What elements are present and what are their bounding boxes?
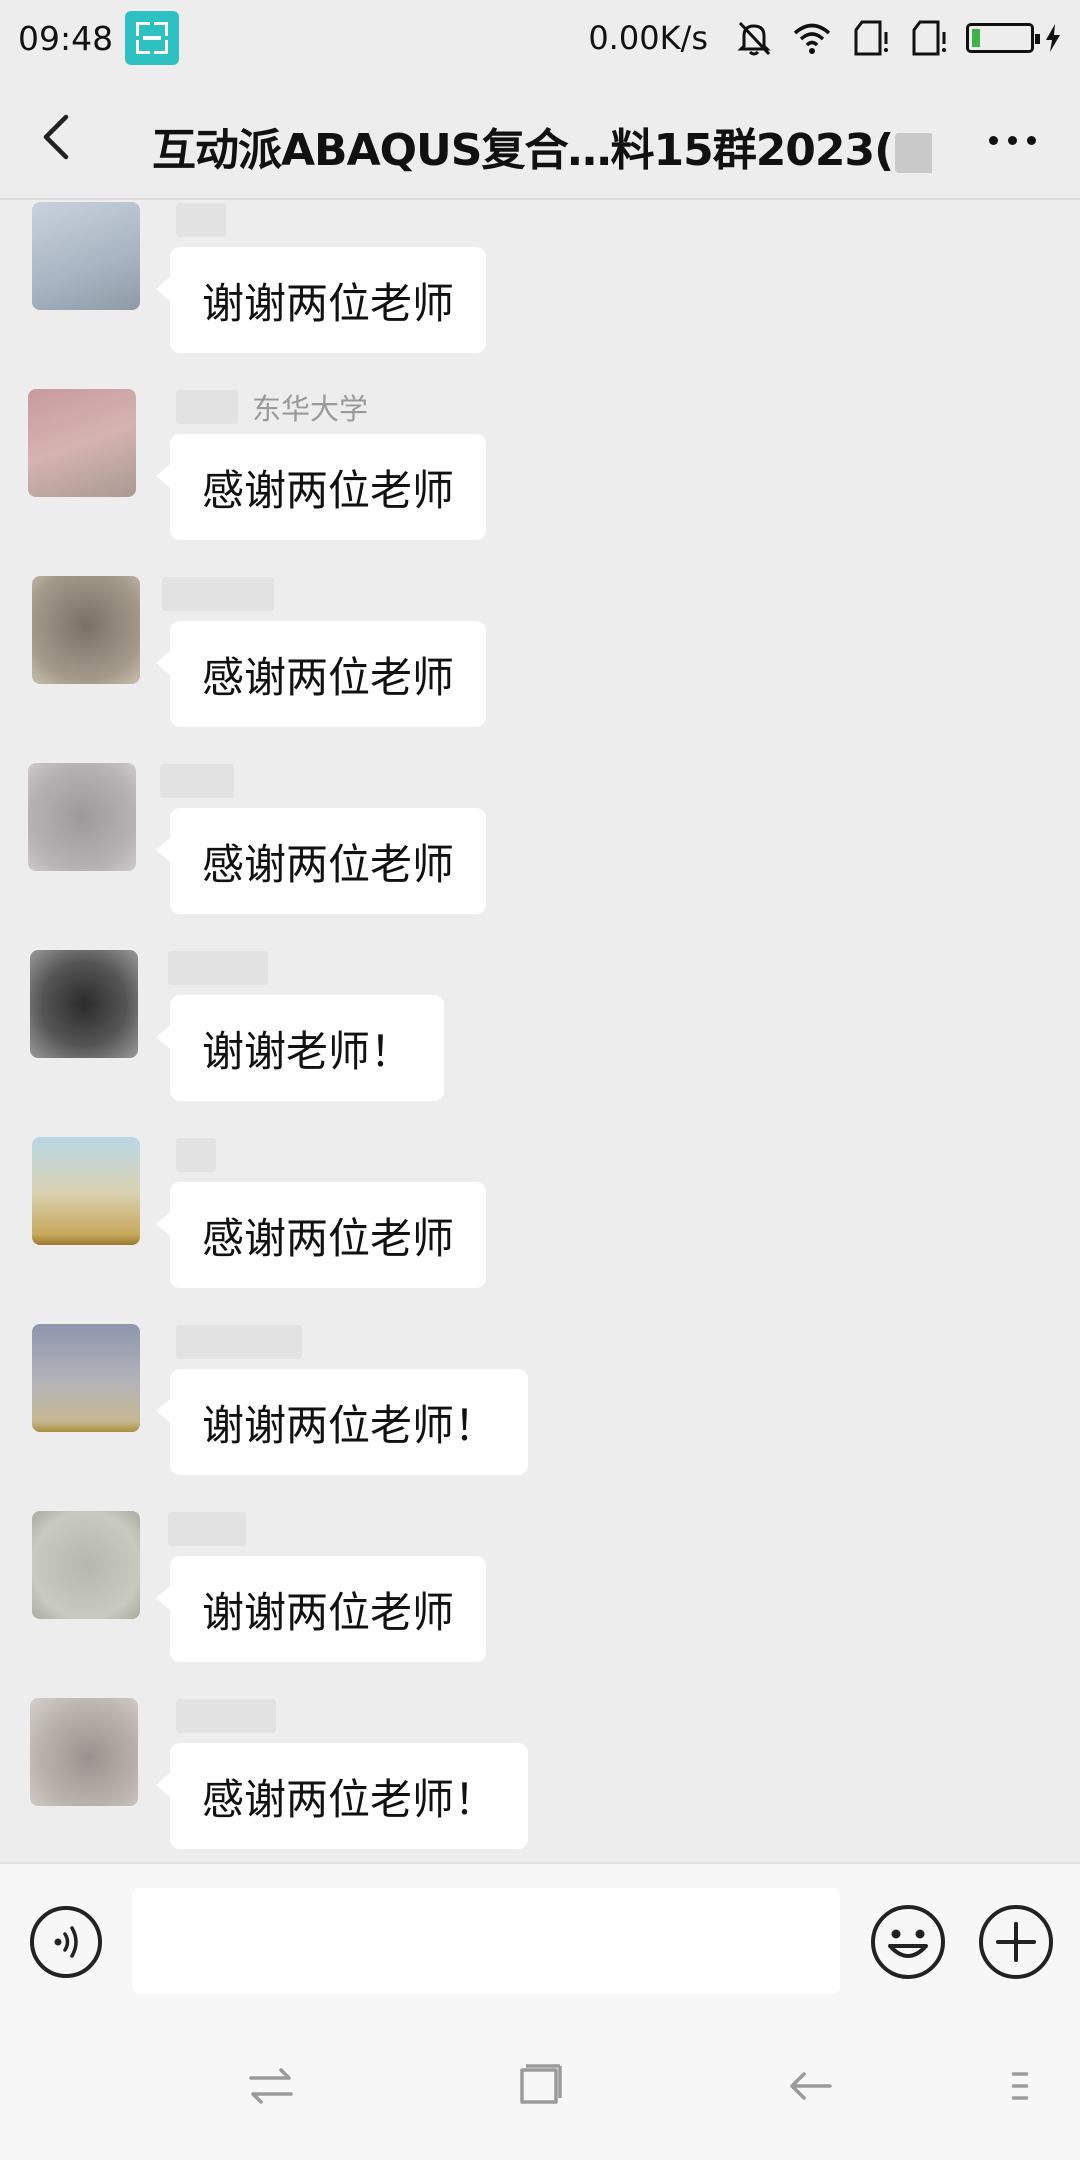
network-speed: 0.00K/s [588, 19, 708, 57]
chat-title: 互动派ABAQUS复合…料15群2023() [152, 114, 932, 178]
avatar[interactable] [30, 1698, 138, 1806]
sim-card-icon [854, 20, 888, 56]
sender-name [176, 1698, 276, 1734]
bell-muted-icon [737, 21, 771, 56]
voice-input-icon[interactable] [28, 1904, 104, 1980]
sender-name [168, 1511, 246, 1547]
message-item: 感谢两位老师 [0, 576, 1080, 763]
more-dots-icon[interactable] [989, 136, 1036, 145]
message-bubble[interactable]: 感谢两位老师 [155, 434, 487, 540]
message-item: 谢谢两位老师 [0, 1511, 1080, 1698]
avatar[interactable] [32, 1137, 140, 1245]
home-square-icon[interactable] [512, 2058, 568, 2114]
menu-icon[interactable] [1000, 2058, 1040, 2114]
chat-screen: 09:48 0.00K/s 互动派ABAQUS复合…料15群2023(谢谢两位… [0, 0, 1080, 2160]
avatar[interactable] [32, 1324, 140, 1432]
wifi-icon [793, 23, 831, 54]
redacted-name [176, 390, 238, 424]
avatar[interactable] [28, 389, 136, 497]
sender-name [176, 1137, 216, 1173]
sim-card-icon [912, 20, 946, 56]
message-item: 东华大学 感谢两位老师 [0, 389, 1080, 576]
input-bar [0, 1862, 1080, 2010]
avatar[interactable] [32, 576, 140, 684]
chat-header: 互动派ABAQUS复合…料15群2023() [0, 76, 1080, 200]
message-bubble[interactable]: 谢谢两位老师 [155, 1556, 487, 1662]
message-bubble[interactable]: 谢谢两位老师 [155, 247, 487, 353]
chevron-left-icon[interactable] [30, 109, 86, 165]
redacted-name [160, 764, 234, 798]
status-icons: 0.00K/s [588, 18, 1062, 58]
sender-name [162, 576, 274, 612]
message-item: 感谢两位老师！ [0, 1698, 1080, 1862]
status-bar: 09:48 0.00K/s [0, 0, 1080, 76]
message-item: 谢谢老师！ [0, 950, 1080, 1137]
avatar[interactable] [28, 763, 136, 871]
sender-name: 东华大学 [176, 389, 369, 426]
redacted-name [176, 1699, 276, 1733]
message-item: 谢谢两位老师！ [0, 1324, 1080, 1511]
message-item: 感谢两位老师 [0, 763, 1080, 950]
sender-name [176, 202, 226, 238]
message-bubble[interactable]: 谢谢两位老师！ [155, 1369, 529, 1475]
avatar[interactable] [32, 1511, 140, 1619]
redacted-name [176, 203, 226, 237]
message-bubble[interactable]: 感谢两位老师 [155, 1182, 487, 1288]
message-item: 感谢两位老师 [0, 1137, 1080, 1324]
sender-name [160, 763, 234, 799]
message-bubble[interactable]: 感谢两位老师 [155, 808, 487, 914]
plus-circle-icon[interactable] [976, 1902, 1056, 1982]
message-list[interactable]: 谢谢两位老师 东华大学 感谢两位老师 感谢两位老师 感谢两位老师 谢谢老师！ 感… [0, 202, 1080, 1862]
redacted-name [168, 951, 268, 985]
redacted-name [168, 1512, 246, 1546]
sender-affiliation: 东华大学 [252, 392, 369, 426]
redacted-name [176, 1138, 216, 1172]
message-item: 谢谢两位老师 [0, 202, 1080, 389]
sender-name [168, 950, 268, 986]
switch-apps-icon[interactable] [243, 2058, 299, 2114]
redacted-group-number [895, 133, 932, 173]
avatar[interactable] [32, 202, 140, 310]
avatar[interactable] [30, 950, 138, 1058]
sender-name [176, 1324, 302, 1360]
battery-charging-icon [966, 23, 1040, 53]
message-bubble[interactable]: 感谢两位老师 [155, 621, 487, 727]
chat-title-text: 互动派ABAQUS复合…料15群2023( [152, 125, 894, 176]
redacted-name [176, 1325, 302, 1359]
message-bubble[interactable]: 谢谢老师！ [155, 995, 445, 1101]
redacted-name [162, 577, 274, 611]
system-nav-bar [0, 2010, 1080, 2160]
message-bubble[interactable]: 感谢两位老师！ [155, 1743, 529, 1849]
screenshot-scan-icon [125, 11, 180, 65]
emoji-icon[interactable] [868, 1902, 948, 1982]
status-time: 09:48 [18, 18, 114, 58]
charging-bolt-icon [1046, 24, 1060, 52]
message-input[interactable] [132, 1888, 840, 1994]
back-arrow-icon[interactable] [782, 2058, 838, 2114]
